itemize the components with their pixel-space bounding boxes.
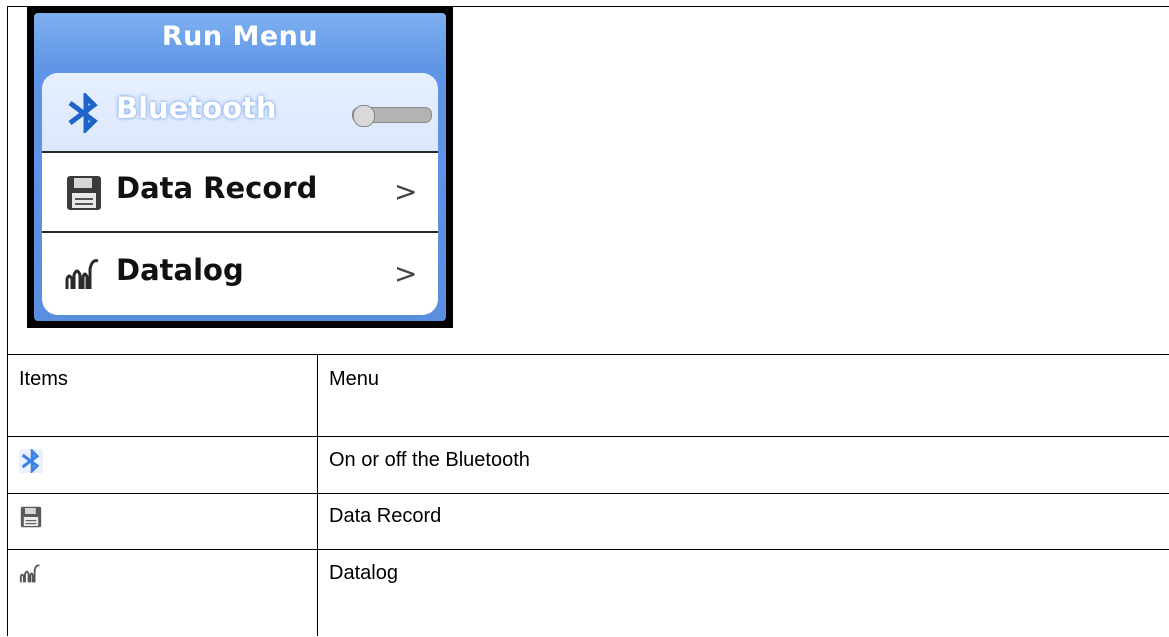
row-description: Datalog [329,562,398,584]
table-border-left [7,6,8,636]
device-screenshot: Run Menu Bluetooth Data Record > Datalog… [27,6,453,328]
menu-item-data-record[interactable]: Data Record > [42,153,438,233]
table-column-divider [317,354,318,636]
datalog-chart-icon [19,564,40,583]
datalog-chart-icon [65,259,99,289]
menu-list: Bluetooth Data Record > Datalog > [42,73,438,315]
menu-item-bluetooth[interactable]: Bluetooth [42,73,438,153]
table-row-divider [7,493,1169,494]
document-table: Run Menu Bluetooth Data Record > Datalog… [7,6,1169,636]
menu-title: Run Menu [161,21,319,52]
bluetooth-toggle[interactable] [352,105,432,127]
toggle-knob [353,105,375,127]
menu-item-label: Bluetooth [116,91,277,125]
menu-item-label: Datalog [116,253,244,287]
table-row-divider [7,436,1169,437]
bluetooth-icon [68,93,98,133]
device-screen: Run Menu Bluetooth Data Record > Datalog… [34,13,446,321]
chevron-right-icon: > [394,257,418,290]
row-description: On or off the Bluetooth [329,449,530,471]
floppy-disk-icon [20,506,42,528]
bluetooth-icon [19,449,43,473]
table-header-menu: Menu [329,368,380,390]
floppy-disk-icon [67,176,101,210]
table-header-items: Items [19,368,68,390]
table-row-divider [7,549,1169,550]
menu-item-datalog[interactable]: Datalog > [42,235,438,315]
table-row-divider [7,354,1169,355]
chevron-right-icon: > [394,175,418,208]
menu-item-label: Data Record [116,171,318,205]
row-description: Data Record [329,505,442,527]
